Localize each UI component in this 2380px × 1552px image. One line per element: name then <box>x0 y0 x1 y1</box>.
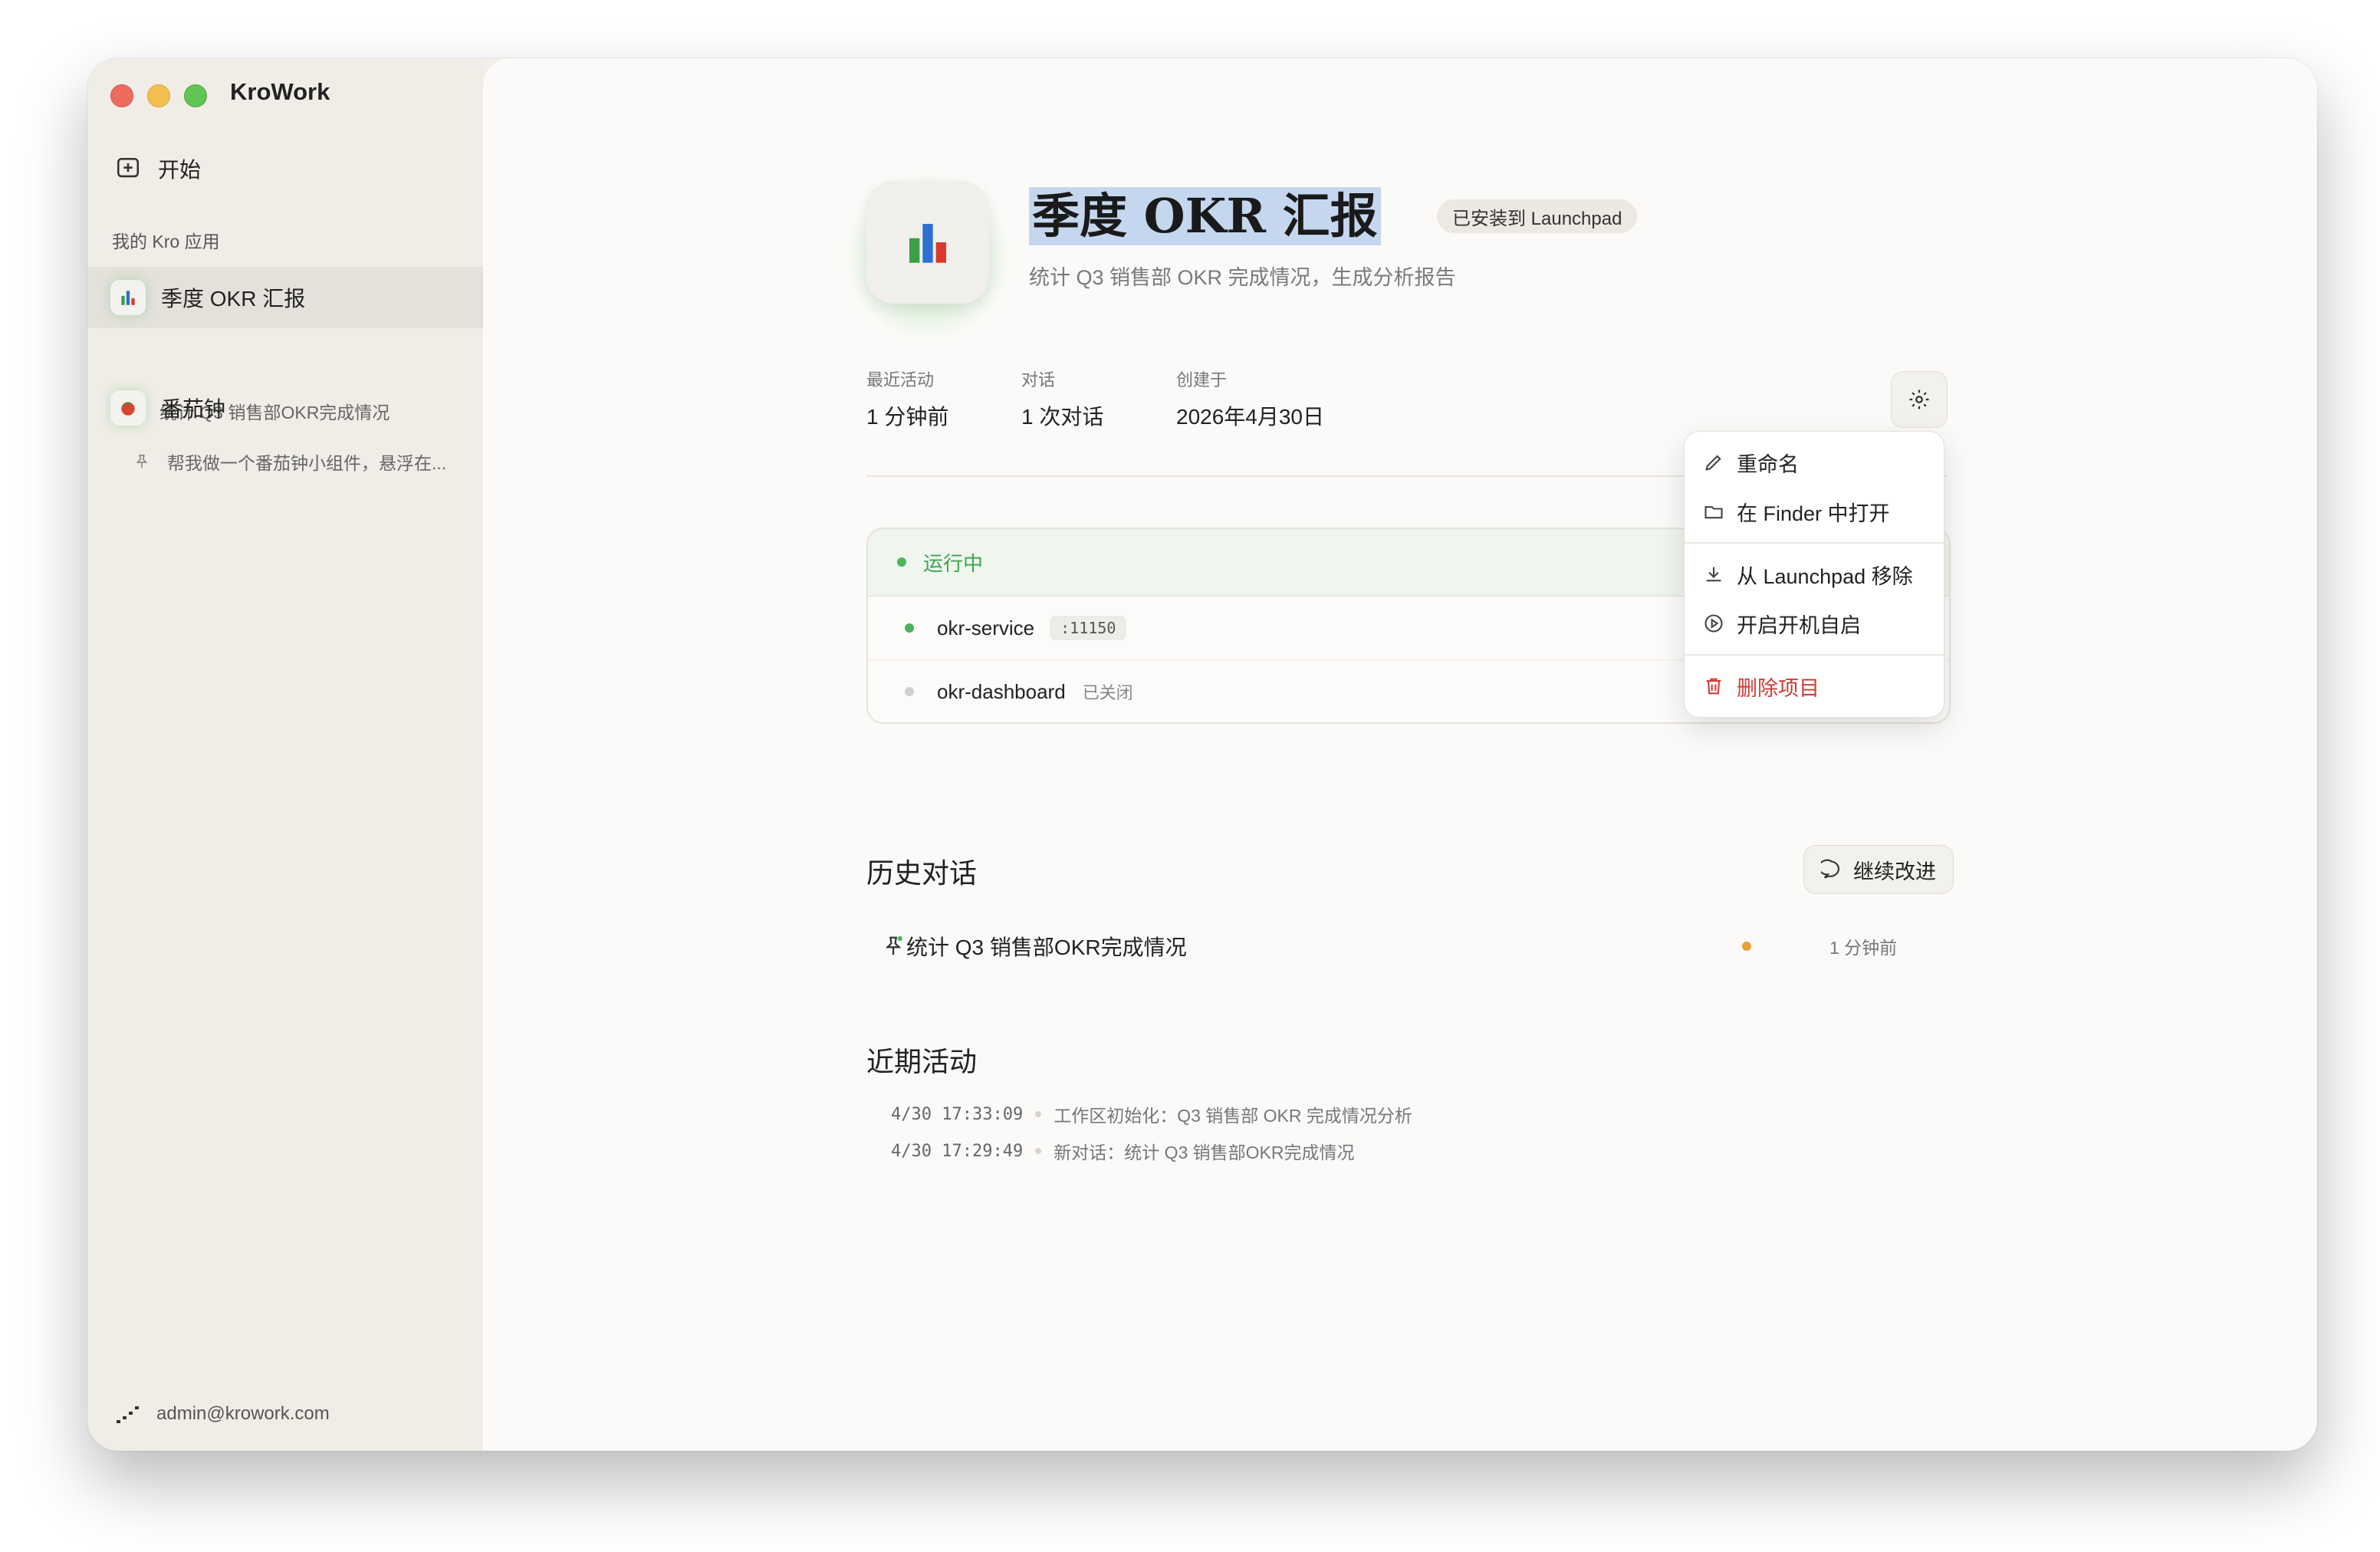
activity-item: 4/30 17:33:09 工作区初始化：Q3 销售部 OKR 完成情况分析 <box>891 1101 1412 1127</box>
service-name: okr-dashboard <box>937 679 1066 703</box>
close-window-button[interactable] <box>110 84 133 107</box>
menu-item-rename[interactable]: 重命名 <box>1685 438 1944 487</box>
page-title: 季度 OKR 汇报 <box>1029 187 1381 245</box>
sidebar-item-pomodoro[interactable]: 番茄钟 <box>87 377 483 439</box>
play-circle-icon <box>1704 614 1723 633</box>
status-dot <box>1742 942 1751 951</box>
sidebar-item-start[interactable]: 开始 <box>115 146 201 192</box>
menu-item-autostart[interactable]: 开启开机自启 <box>1685 599 1944 648</box>
history-item-title: 统计 Q3 销售部OKR完成情况 <box>906 935 1187 959</box>
page-description: 统计 Q3 销售部 OKR 完成情况，生成分析报告 <box>1029 266 1456 289</box>
download-icon <box>1706 567 1721 582</box>
pin-icon <box>136 454 148 469</box>
pin-icon <box>885 935 902 955</box>
menu-item-label: 删除项目 <box>1737 676 1820 700</box>
meta-label: 对话 <box>1021 370 1056 390</box>
activity-item: 4/30 17:29:49 新对话：统计 Q3 销售部OKR完成情况 <box>891 1138 1355 1164</box>
app-title: KroWork <box>230 78 330 105</box>
tomato-icon <box>110 390 146 426</box>
app-window: KroWork 开始 我的 Kro 应用 季度 OKR 汇报 统计 Q3 销售部… <box>87 58 2317 1451</box>
services-status-label: 运行中 <box>923 551 984 575</box>
gear-icon <box>1909 390 1929 409</box>
activity-time: 4/30 17:29:49 <box>891 1141 1024 1161</box>
new-chat-icon <box>117 157 140 178</box>
sidebar: KroWork 开始 我的 Kro 应用 季度 OKR 汇报 统计 Q3 销售部… <box>87 58 483 1451</box>
separator-dot <box>1035 1111 1042 1117</box>
minimize-window-button[interactable] <box>147 84 170 107</box>
main-content: 季度 OKR 汇报 已安装到 Launchpad 统计 Q3 销售部 OKR 完… <box>483 58 2317 1451</box>
window-controls <box>110 84 207 107</box>
meta-conversations: 对话 1 次对话 <box>1021 367 1103 431</box>
meta-value: 1 分钟前 <box>866 405 949 429</box>
menu-item-label: 在 Finder 中打开 <box>1737 501 1890 525</box>
meta-value: 1 次对话 <box>1021 405 1104 429</box>
running-status-dot <box>897 557 906 567</box>
service-name: okr-service <box>937 616 1035 640</box>
service-port: :11150 <box>1050 616 1127 640</box>
service-stopped-dot <box>905 687 914 696</box>
history-item-time: 1 分钟前 <box>1829 938 1898 958</box>
activity-text: 新对话：统计 Q3 销售部OKR完成情况 <box>1054 1143 1355 1162</box>
meta-last-activity: 最近活动 1 分钟前 <box>866 367 948 431</box>
app-icon-large <box>866 181 989 304</box>
pencil-icon <box>1705 455 1721 471</box>
sidebar-item-label: 番茄钟 <box>161 397 226 421</box>
folder-icon <box>1704 506 1723 519</box>
menu-item-remove-launchpad[interactable]: 从 Launchpad 移除 <box>1685 550 1944 599</box>
menu-divider <box>1685 542 1944 544</box>
menu-item-open-finder[interactable]: 在 Finder 中打开 <box>1685 487 1944 536</box>
meta-created: 创建于 2026年4月30日 <box>1176 367 1324 431</box>
chat-bubble-icon <box>1821 859 1839 879</box>
menu-item-label: 开启开机自启 <box>1737 613 1861 637</box>
meta-label: 创建于 <box>1176 370 1228 390</box>
bar-chart-icon <box>110 280 146 315</box>
launchpad-badge: 已安装到 Launchpad <box>1437 199 1638 233</box>
history-item[interactable]: 统计 Q3 销售部OKR完成情况 1 分钟前 <box>866 925 1948 968</box>
activity-heading: 近期活动 <box>866 1047 978 1078</box>
sidebar-item-start-label: 开始 <box>158 158 202 182</box>
zoom-window-button[interactable] <box>184 84 207 107</box>
sidebar-item-okr-report[interactable]: 季度 OKR 汇报 <box>87 267 483 328</box>
meta-value: 2026年4月30日 <box>1176 405 1325 429</box>
continue-improve-label: 继续改进 <box>1853 860 1936 883</box>
sidebar-subitem-pomodoro-chat[interactable]: 帮我做一个番茄钟小组件，悬浮在... <box>133 445 446 478</box>
sidebar-subitem-label: 帮我做一个番茄钟小组件，悬浮在... <box>167 453 447 473</box>
menu-item-label: 重命名 <box>1737 452 1799 476</box>
trash-icon <box>1706 678 1721 695</box>
settings-dropdown-menu: 重命名 在 Finder 中打开 从 Launchpad 移除 开启开机自启 删… <box>1684 431 1944 718</box>
history-heading: 历史对话 <box>866 858 978 889</box>
activity-text: 工作区初始化：Q3 销售部 OKR 完成情况分析 <box>1054 1106 1412 1126</box>
sidebar-item-label: 季度 OKR 汇报 <box>161 287 306 311</box>
signal-icon <box>117 1406 139 1423</box>
menu-item-delete[interactable]: 删除项目 <box>1685 662 1944 711</box>
user-account[interactable]: admin@krowork.com <box>115 1403 330 1425</box>
section-label: 我的 Kro 应用 <box>112 232 220 252</box>
user-email: admin@krowork.com <box>156 1403 330 1424</box>
meta-label: 最近活动 <box>866 370 935 390</box>
continue-improve-button[interactable]: 继续改进 <box>1803 845 1954 894</box>
bar-chart-icon <box>909 224 946 263</box>
menu-divider <box>1685 654 1944 656</box>
separator-dot <box>1035 1148 1042 1154</box>
settings-button[interactable] <box>1891 371 1948 428</box>
activity-time: 4/30 17:33:09 <box>891 1104 1024 1124</box>
service-state: 已关闭 <box>1082 683 1133 702</box>
menu-item-label: 从 Launchpad 移除 <box>1737 564 1913 588</box>
service-running-dot <box>905 623 914 633</box>
